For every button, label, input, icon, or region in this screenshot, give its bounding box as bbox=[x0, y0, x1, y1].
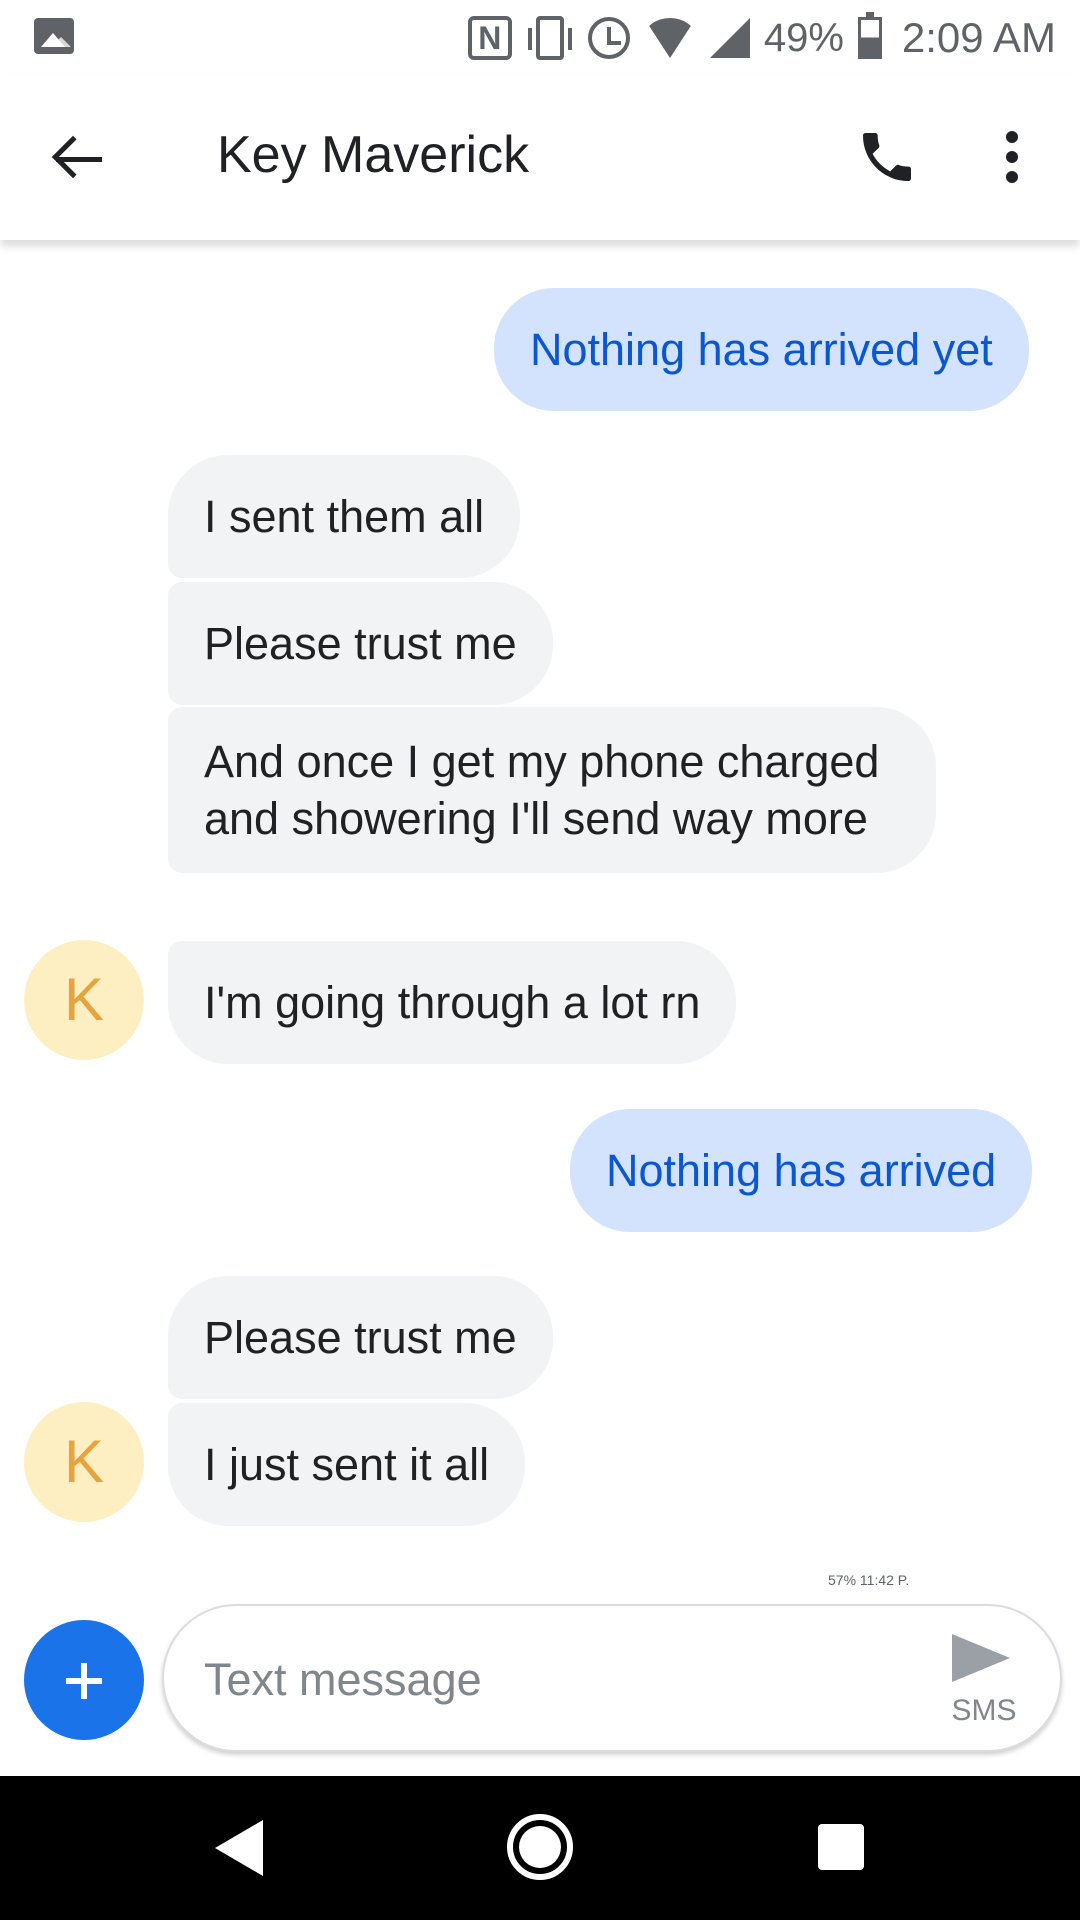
status-time: 2:09 AM bbox=[901, 14, 1056, 61]
signal-icon bbox=[709, 18, 750, 58]
back-button[interactable] bbox=[50, 130, 110, 190]
message-bubble-incoming[interactable]: Please trust me bbox=[168, 1276, 553, 1399]
message-bubble-incoming[interactable]: And once I get my phone charged and show… bbox=[168, 707, 936, 873]
send-label: SMS bbox=[951, 1694, 1017, 1727]
message-bubble-incoming[interactable]: I sent them all bbox=[168, 455, 521, 578]
battery-percent: 49% bbox=[763, 15, 844, 60]
status-icons: N 49% 2:09 AM bbox=[467, 8, 1056, 68]
gallery-icon bbox=[34, 18, 74, 54]
more-options-button[interactable] bbox=[990, 125, 1034, 189]
call-button[interactable] bbox=[855, 125, 919, 189]
vibrate-icon bbox=[527, 16, 572, 60]
contact-avatar[interactable]: K bbox=[24, 1402, 144, 1522]
send-icon bbox=[952, 1634, 1010, 1682]
nav-back-icon[interactable] bbox=[215, 1820, 263, 1876]
more-vert-icon bbox=[1006, 131, 1018, 143]
mini-battery-percent: 57% bbox=[828, 1572, 857, 1588]
message-bubble-incoming[interactable]: Please trust me bbox=[168, 582, 553, 705]
message-bubble-outgoing[interactable]: Nothing has arrived yet bbox=[494, 288, 1029, 411]
mini-time: 11:42 P. bbox=[859, 1572, 910, 1588]
more-vert-dot bbox=[1006, 171, 1018, 183]
embedded-status-strip: 57% 11:42 P. bbox=[828, 1572, 909, 1588]
phone-icon bbox=[863, 133, 911, 181]
compose-bar: SMS bbox=[162, 1604, 1062, 1752]
nav-home-icon[interactable] bbox=[507, 1814, 573, 1880]
conversation-header: Key Maverick bbox=[0, 75, 1080, 240]
more-vert-dot bbox=[1006, 151, 1018, 163]
nav-recents-icon[interactable] bbox=[818, 1824, 864, 1870]
contact-name: Key Maverick bbox=[217, 126, 530, 184]
alarm-icon bbox=[587, 17, 630, 59]
message-bubble-incoming[interactable]: I'm going through a lot rn bbox=[168, 941, 737, 1064]
back-arrow-shaft bbox=[56, 157, 102, 162]
contact-avatar[interactable]: K bbox=[24, 940, 144, 1060]
plus-icon-vertical bbox=[81, 1663, 87, 1699]
text-message-input[interactable] bbox=[204, 1646, 884, 1714]
add-attachment-button[interactable] bbox=[24, 1620, 144, 1740]
system-nav-bar bbox=[0, 1776, 1080, 1920]
status-bar: N 49% 2:09 AM bbox=[0, 0, 1080, 75]
message-bubble-outgoing[interactable]: Nothing has arrived bbox=[570, 1109, 1033, 1232]
send-sms-button[interactable]: SMS bbox=[934, 1628, 1034, 1738]
wifi-icon bbox=[643, 18, 696, 58]
message-bubble-incoming[interactable]: I just sent it all bbox=[168, 1403, 526, 1526]
nfc-icon: N bbox=[467, 16, 512, 60]
battery-icon bbox=[857, 12, 882, 59]
